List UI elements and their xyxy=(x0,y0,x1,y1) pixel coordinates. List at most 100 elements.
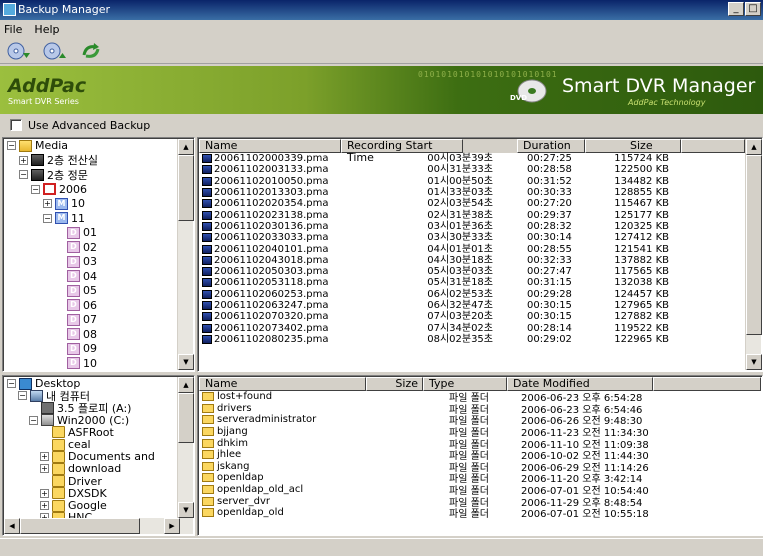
local-tree-hscrollbar[interactable]: ◀ ▶ xyxy=(4,518,193,534)
scroll-down-button[interactable]: ▼ xyxy=(178,502,194,518)
col-filler xyxy=(681,139,745,153)
tree-item[interactable]: + M 10 xyxy=(43,197,85,210)
expand-icon[interactable]: + xyxy=(43,199,52,208)
maximize-button[interactable]: □ xyxy=(745,2,761,16)
scroll-up-button[interactable]: ▲ xyxy=(746,139,762,155)
tree-item[interactable]: D 04 xyxy=(55,270,97,283)
local-files-list[interactable]: Name Size Type Date Modified lost+found 파… xyxy=(197,375,763,536)
scroll-down-button[interactable]: ▼ xyxy=(178,354,194,370)
table-row[interactable]: 20061102030136.pma 03시01분36초 00:28:32 12032… xyxy=(199,221,745,232)
scroll-up-button[interactable]: ▲ xyxy=(178,139,194,155)
tree-item[interactable]: + DXSDK xyxy=(40,487,107,500)
media-tree[interactable]: − Media +2층 전산실 −2층 정문 −2006 + M 10− M 11 D 01 D 02 D 0… xyxy=(2,137,195,372)
file-name-cell: 20061102063247.pma xyxy=(199,300,341,311)
col-name[interactable]: Name xyxy=(199,377,366,391)
tree-item[interactable]: + download xyxy=(40,462,121,475)
scroll-thumb[interactable] xyxy=(20,518,140,534)
table-row[interactable]: 20061102000339.pma 00시03분39초 00:27:25 11572… xyxy=(199,153,745,164)
menu-help[interactable]: Help xyxy=(34,23,59,36)
tree-item[interactable]: D 05 xyxy=(55,284,97,297)
table-row[interactable]: 20061102053118.pma 05시31분18초 00:31:15 13203… xyxy=(199,277,745,288)
tree-item[interactable]: +2층 전산실 xyxy=(19,154,98,167)
tree-item[interactable]: D 03 xyxy=(55,255,97,268)
media-tree-scrollbar[interactable]: ▲ ▼ xyxy=(177,139,194,370)
advanced-backup-option[interactable]: Use Advanced Backup xyxy=(10,116,150,134)
recordings-scrollbar[interactable]: ▲ ▼ xyxy=(745,139,762,370)
collapse-icon[interactable]: − xyxy=(18,391,27,401)
tree-item[interactable]: D 07 xyxy=(55,313,97,326)
table-row[interactable]: 20061102033033.pma 03시30분33초 00:30:14 12741… xyxy=(199,232,745,243)
duration-cell: 00:29:02 xyxy=(527,333,572,345)
table-row[interactable]: 20061102070320.pma 07시03분20초 00:30:15 12788… xyxy=(199,311,745,322)
tree-item[interactable]: − M 11 xyxy=(43,212,85,225)
tree-item[interactable]: D 10 xyxy=(55,357,97,370)
collapse-icon[interactable]: − xyxy=(43,213,52,223)
tree-item[interactable]: − Win2000 (C:) xyxy=(29,414,129,427)
tree-item[interactable]: + Google xyxy=(40,499,107,512)
expand-icon[interactable]: + xyxy=(19,155,28,165)
table-row[interactable]: openldap_old 파일 폴더 2006-07-01 오전 10:55:18 xyxy=(199,507,761,520)
collapse-icon[interactable]: − xyxy=(7,379,16,388)
menu-file[interactable]: File xyxy=(4,23,22,36)
recordings-list[interactable]: Name Recording Start Time Duration Size … xyxy=(197,137,763,372)
table-row[interactable]: 20061102013303.pma 01시33분03초 00:30:33 12885… xyxy=(199,187,745,198)
expand-icon[interactable]: + xyxy=(40,488,49,498)
collapse-icon[interactable]: − xyxy=(29,415,38,425)
svg-text:DVD: DVD xyxy=(510,94,527,102)
table-row[interactable]: 20061102060253.pma 06시02분53초 00:29:28 12445… xyxy=(199,289,745,300)
tree-item[interactable]: D 08 xyxy=(55,328,97,341)
col-duration[interactable]: Duration xyxy=(517,139,585,153)
scroll-thumb[interactable] xyxy=(746,155,762,335)
tree-item[interactable]: − 2층 정문 xyxy=(19,168,88,182)
scroll-left-button[interactable]: ◀ xyxy=(4,518,20,534)
scroll-down-button[interactable]: ▼ xyxy=(746,354,762,370)
backup-icon[interactable] xyxy=(6,41,32,61)
duration-cell: 00:31:52 xyxy=(527,175,572,187)
table-row[interactable]: 20061102003133.pma 00시31분33초 00:28:58 12250… xyxy=(199,164,745,175)
restore-icon[interactable] xyxy=(42,41,68,61)
table-row[interactable]: 20061102023138.pma 02시31분38초 00:29:37 12517… xyxy=(199,209,745,221)
table-row[interactable]: 20061102080235.pma 08시02분35초 00:29:02 12296… xyxy=(199,334,745,345)
tree-item[interactable]: ASFRoot xyxy=(40,426,114,439)
local-tree-scrollbar[interactable]: ▲ ▼ xyxy=(177,377,194,518)
scroll-right-button[interactable]: ▶ xyxy=(164,518,180,534)
collapse-icon[interactable]: − xyxy=(7,141,16,150)
collapse-icon[interactable]: − xyxy=(19,170,28,179)
col-name[interactable]: Name xyxy=(199,139,341,153)
refresh-icon[interactable] xyxy=(78,41,104,61)
table-row[interactable]: 20061102020354.pma 02시03분54초 00:27:20 11546… xyxy=(199,198,745,209)
local-folder-tree[interactable]: − Desktop − 내 컴퓨터 3.5 플로피 (A:) − Win2000 (C:) A… xyxy=(2,375,195,536)
expand-icon[interactable]: + xyxy=(40,501,49,510)
collapse-icon[interactable]: − xyxy=(31,184,40,194)
tree-item[interactable]: D11 xyxy=(55,371,97,372)
scroll-up-button[interactable]: ▲ xyxy=(178,377,194,393)
tree-root[interactable]: − Media xyxy=(7,139,68,152)
table-row[interactable]: 20061102063247.pma 06시32분47초 00:30:15 12796… xyxy=(199,300,745,311)
tree-item[interactable]: D 09 xyxy=(55,342,97,355)
table-row[interactable]: 20061102043018.pma 04시30분18초 00:32:33 13788… xyxy=(199,255,745,266)
expand-icon[interactable]: + xyxy=(40,452,49,462)
scroll-thumb[interactable] xyxy=(178,155,194,221)
video-file-icon xyxy=(202,255,212,265)
expand-icon[interactable]: + xyxy=(40,464,49,474)
table-row[interactable]: 20061102010050.pma 01시00분50초 00:31:52 13448… xyxy=(199,176,745,187)
video-file-icon xyxy=(202,233,212,243)
col-size[interactable]: Size xyxy=(585,139,681,153)
col-size[interactable]: Size xyxy=(366,377,423,391)
tree-item[interactable]: 3.5 플로피 (A:) xyxy=(29,401,131,415)
minimize-button[interactable]: _ xyxy=(728,2,744,16)
tree-item[interactable]: Driver xyxy=(40,475,102,488)
tree-item[interactable]: + Documents and xyxy=(40,450,155,463)
scroll-thumb[interactable] xyxy=(178,393,194,443)
table-row[interactable]: 20061102073402.pma 07시34분02초 00:28:14 11952… xyxy=(199,322,745,334)
tree-item[interactable]: − 2006 xyxy=(31,183,87,196)
tree-item[interactable]: D 02 xyxy=(55,241,97,254)
advanced-backup-checkbox[interactable] xyxy=(10,119,22,131)
table-row[interactable]: 20061102040101.pma 04시01분01초 00:28:55 12154… xyxy=(199,243,745,255)
tree-item[interactable]: ceal xyxy=(40,438,91,451)
file-name-cell: drivers xyxy=(199,403,366,414)
col-recording-start[interactable]: Recording Start Time xyxy=(341,139,463,164)
tree-item[interactable]: D 06 xyxy=(55,299,97,312)
table-row[interactable]: 20061102050303.pma 05시03분03초 00:27:47 11756… xyxy=(199,266,745,277)
tree-item[interactable]: D 01 xyxy=(55,226,97,239)
